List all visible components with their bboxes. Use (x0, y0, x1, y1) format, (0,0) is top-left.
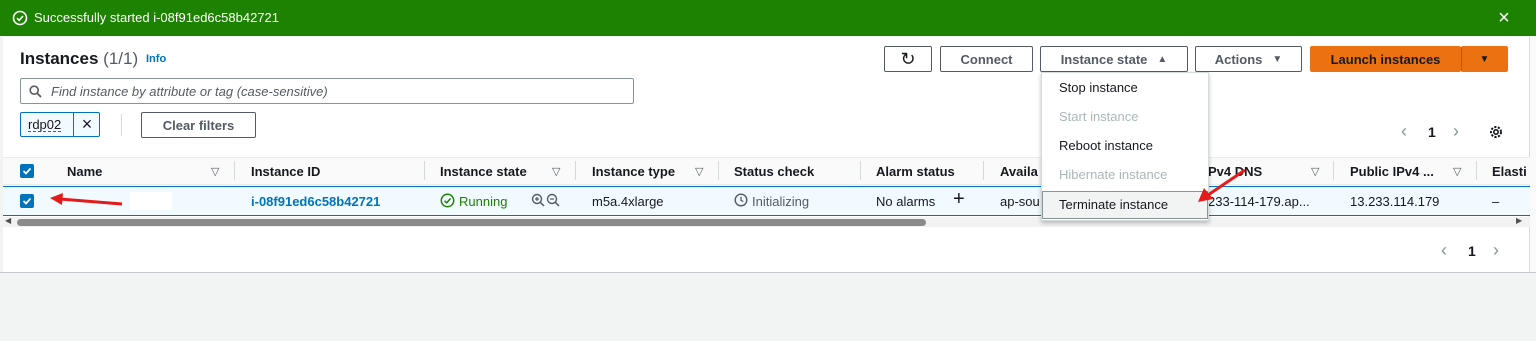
sort-icon[interactable]: ▽ (552, 165, 560, 178)
instances-panel (3, 37, 1530, 272)
title-text: Instances (20, 49, 99, 68)
instance-name (130, 192, 172, 210)
gear-icon[interactable] (1488, 124, 1504, 140)
filter-token: rdp02 × (20, 112, 100, 137)
page-background (0, 272, 1536, 341)
page-title: Instances (1/1) (20, 49, 138, 69)
public-ipv4-value: 13.233.114.179 (1350, 194, 1440, 209)
page-number[interactable]: 1 (1468, 243, 1476, 259)
column-header-public-ipv4[interactable]: Public IPv4 ... (1350, 164, 1434, 179)
zoom-in-icon[interactable] (531, 193, 546, 211)
zoom-out-icon[interactable] (546, 193, 561, 211)
column-header-instance-type[interactable]: Instance type (592, 164, 675, 179)
clear-filters-button[interactable]: Clear filters (141, 112, 256, 138)
prev-page-icon[interactable]: ‹ (1401, 121, 1407, 142)
next-page-icon[interactable]: › (1493, 240, 1499, 261)
elastic-ip-value: – (1492, 194, 1500, 209)
banner-message: Successfully started i-08f91ed6c58b42721 (34, 10, 279, 25)
sort-icon[interactable]: ▽ (1311, 165, 1319, 178)
refresh-icon: ↻ (900, 48, 916, 69)
column-divider[interactable] (860, 161, 861, 180)
menu-item-stop-instance[interactable]: Stop instance (1059, 80, 1138, 95)
alarm-status-value: No alarms (876, 194, 936, 209)
launch-instances-button[interactable]: Launch instances (1310, 46, 1461, 72)
select-all-checkbox[interactable] (20, 164, 34, 178)
scroll-right-icon[interactable]: ▶ (1516, 216, 1522, 225)
column-header-availability-zone[interactable]: Availa (1000, 164, 1038, 179)
banner-close-icon[interactable]: × (1494, 8, 1514, 28)
info-link[interactable]: Info (146, 53, 166, 65)
scroll-left-icon[interactable]: ◀ (5, 216, 11, 225)
status-check-value: Initializing (752, 194, 810, 209)
menu-item-hibernate-instance: Hibernate instance (1059, 167, 1168, 182)
caret-up-icon: ▲ (1157, 53, 1168, 65)
ec2-console: Successfully started i-08f91ed6c58b42721… (0, 0, 1536, 341)
search-input[interactable] (51, 82, 621, 100)
caret-down-icon: ▼ (1272, 53, 1283, 65)
instance-id-link[interactable]: i-08f91ed6c58b42721 (251, 194, 380, 209)
success-check-icon (12, 10, 28, 26)
column-header-elastic-ip[interactable]: Elasti (1492, 164, 1527, 179)
search-box[interactable] (20, 78, 634, 104)
column-header-alarm-status[interactable]: Alarm status (876, 164, 955, 179)
column-divider[interactable] (234, 161, 235, 180)
prev-page-icon[interactable]: ‹ (1441, 240, 1447, 261)
sort-icon[interactable]: ▽ (1453, 165, 1461, 178)
running-check-icon (440, 193, 455, 211)
instance-type-value: m5a.4xlarge (592, 194, 664, 209)
instance-state-value: Running (459, 194, 508, 209)
menu-item-terminate-instance[interactable]: Terminate instance (1059, 197, 1168, 212)
scrollbar-thumb[interactable] (17, 219, 926, 226)
menu-item-reboot-instance[interactable]: Reboot instance (1059, 138, 1153, 153)
column-divider[interactable] (1333, 161, 1334, 180)
column-header-instance-state[interactable]: Instance state (440, 164, 527, 179)
column-header-instance-id[interactable]: Instance ID (251, 164, 320, 179)
instance-state-button[interactable]: Instance state ▲ (1040, 46, 1188, 72)
availability-zone-value: ap-sou (1000, 194, 1040, 209)
sort-icon[interactable]: ▽ (211, 165, 219, 178)
column-header-name[interactable]: Name (67, 164, 102, 179)
remove-filter-icon[interactable]: × (73, 113, 100, 136)
search-icon (29, 85, 42, 98)
annotation-arrow-icon (1198, 168, 1246, 202)
launch-options-button[interactable]: ▼ (1461, 46, 1508, 72)
page-scrollbar[interactable] (1530, 37, 1536, 272)
connect-button[interactable]: Connect (940, 46, 1033, 72)
column-divider[interactable] (575, 161, 576, 180)
menu-item-start-instance: Start instance (1059, 109, 1139, 124)
add-alarm-icon[interactable]: + (953, 188, 965, 211)
row-checkbox[interactable] (20, 194, 34, 208)
column-divider[interactable] (424, 161, 425, 180)
filter-token-label[interactable]: rdp02 (28, 118, 62, 132)
column-header-status-check[interactable]: Status check (734, 164, 814, 179)
success-banner: Successfully started i-08f91ed6c58b42721… (0, 0, 1536, 36)
sort-icon[interactable]: ▽ (695, 165, 703, 178)
instance-count: (1/1) (103, 49, 139, 68)
page-number[interactable]: 1 (1428, 124, 1436, 140)
actions-label: Actions (1214, 51, 1263, 67)
caret-down-icon: ▼ (1479, 53, 1490, 65)
next-page-icon[interactable]: › (1453, 121, 1459, 142)
instance-state-label: Instance state (1060, 51, 1148, 67)
column-divider[interactable] (1476, 161, 1477, 180)
actions-button[interactable]: Actions ▼ (1195, 46, 1302, 72)
annotation-arrow-icon (50, 193, 123, 206)
refresh-button[interactable]: ↻ (884, 46, 932, 72)
clock-icon (734, 193, 748, 210)
column-divider[interactable] (983, 161, 984, 180)
filter-divider (121, 114, 122, 136)
column-divider[interactable] (718, 161, 719, 180)
